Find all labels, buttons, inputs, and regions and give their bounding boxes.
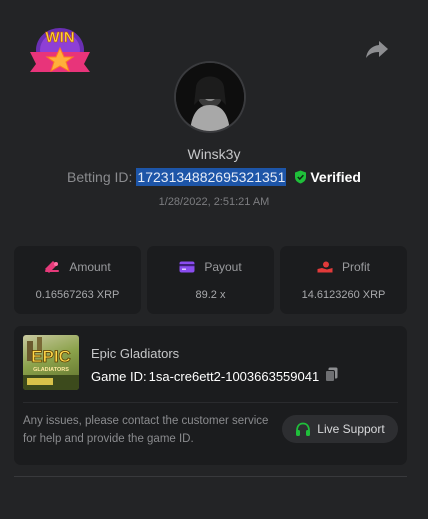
profit-icon (317, 261, 333, 273)
share-button[interactable] (364, 37, 390, 61)
share-icon (366, 41, 388, 58)
bottom-divider (14, 476, 407, 477)
game-thumb-subtitle: GLADIATORS (33, 367, 69, 373)
betting-id-label: Betting ID: (67, 169, 133, 185)
stat-profit-value: 14.6123260 XRP (301, 289, 386, 301)
stat-payout: Payout 89.2 x (147, 246, 274, 314)
copy-button[interactable] (325, 367, 338, 385)
username: Winsk3y (187, 146, 241, 162)
live-support-button[interactable]: Live Support (282, 415, 398, 443)
headset-icon (296, 422, 311, 436)
verified-label: Verified (310, 169, 361, 185)
support-message: Any issues, please contact the customer … (23, 415, 269, 445)
live-support-label: Live Support (317, 422, 385, 436)
game-id-value: 1sa-cre6ett2-1003663559041 (148, 368, 320, 384)
stat-payout-value: 89.2 x (195, 289, 226, 301)
win-badge-text: WIN (45, 29, 74, 46)
amount-icon (45, 261, 60, 273)
bet-timestamp: 1/28/2022, 2:51:21 AM (158, 196, 270, 208)
stat-amount: Amount 0.16567263 XRP (14, 246, 141, 314)
game-name: Epic Gladiators (91, 346, 180, 361)
payout-icon (179, 261, 195, 273)
stat-profit: Profit 14.6123260 XRP (280, 246, 407, 314)
betting-id-row: Betting ID: 1723134882695321351 Verified (0, 168, 428, 186)
game-thumb-title: EPIC (31, 347, 71, 366)
stat-profit-label: Profit (341, 260, 370, 274)
stat-amount-label: Amount (69, 260, 111, 274)
stats-row: Amount 0.16567263 XRP Payout 89.2 x Prof… (14, 246, 407, 314)
divider (23, 402, 398, 403)
betting-id-value[interactable]: 1723134882695321351 (136, 168, 287, 186)
stat-amount-value: 0.16567263 XRP (35, 289, 120, 301)
stat-payout-label: Payout (204, 260, 242, 274)
shield-check-icon (295, 170, 307, 184)
avatar (176, 63, 244, 131)
game-id-row: Game ID: 1sa-cre6ett2-1003663559041 (91, 367, 338, 385)
game-card: EPIC GLADIATORS Epic Gladiators Game ID:… (14, 326, 407, 465)
win-badge: WIN (26, 20, 94, 76)
game-id-label: Game ID: (91, 368, 147, 384)
copy-icon (325, 367, 338, 382)
verified-badge: Verified (294, 169, 361, 185)
game-thumbnail[interactable]: EPIC GLADIATORS (23, 335, 79, 390)
